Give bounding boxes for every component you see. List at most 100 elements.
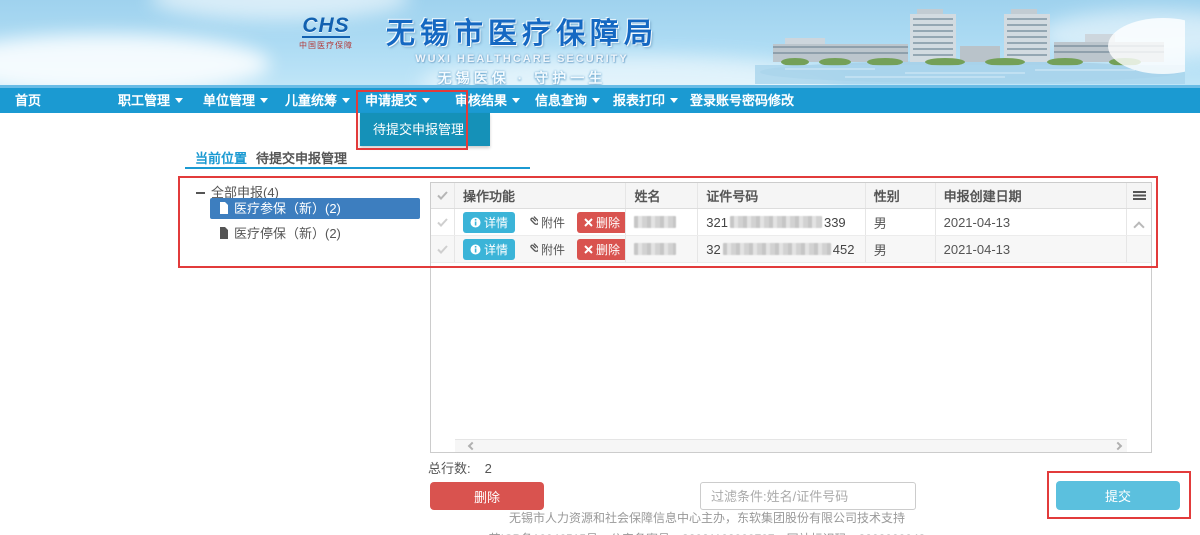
- select-all-check-icon[interactable]: [437, 191, 448, 200]
- nav-item-label: 首页: [15, 93, 41, 108]
- tree-item-label: 医疗参保（新）(2): [234, 201, 341, 216]
- nav-item-unit-mgmt[interactable]: 单位管理: [203, 88, 268, 113]
- nav-item-employee-mgmt[interactable]: 职工管理: [118, 88, 183, 113]
- id-number-cell: 321 339: [698, 209, 866, 235]
- horizontal-scrollbar[interactable]: [455, 439, 1127, 452]
- nav-item-label: 职工管理: [118, 93, 170, 108]
- tree-item-medical-enroll[interactable]: 医疗参保（新）(2): [210, 198, 420, 219]
- footer-line1: 无锡市人力资源和社会保障信息中心主办，东软集团股份有限公司技术支持: [357, 509, 1057, 526]
- id-suffix: 339: [824, 215, 846, 230]
- gender-cell: 男: [866, 209, 936, 235]
- attachment-button[interactable]: 附件: [520, 239, 572, 260]
- submit-button[interactable]: 提交: [1056, 481, 1180, 510]
- apply-submit-dropdown: 待提交申报管理: [360, 113, 490, 146]
- gender-cell: 男: [866, 236, 936, 262]
- name-cell: [626, 236, 698, 262]
- column-menu-icon[interactable]: [1133, 191, 1146, 200]
- scrollbar-cell: [1127, 236, 1151, 262]
- site-slogan: 无锡医保 · 守护一生: [372, 68, 672, 88]
- total-rows-label: 总行数:: [428, 461, 471, 476]
- create-date-cell: 2021-04-13: [936, 236, 1127, 262]
- tree-item-medical-stop[interactable]: 医疗停保（新）(2): [219, 223, 341, 242]
- nav-item-label: 审核结果: [455, 93, 507, 108]
- site-footer: 无锡市人力资源和社会保障信息中心主办，东软集团股份有限公司技术支持 苏ICP备1…: [357, 509, 1057, 535]
- create-date-cell: 2021-04-13: [936, 209, 1127, 235]
- column-header-actions: 操作功能: [455, 183, 627, 208]
- nav-item-report-print[interactable]: 报表打印: [613, 88, 678, 113]
- chs-logo: CHS 中国医疗保障: [286, 16, 366, 51]
- nav-item-review-result[interactable]: 审核结果: [455, 88, 520, 113]
- row-actions-cell: 详情 附件 删除: [455, 209, 627, 235]
- caret-down-icon: [592, 98, 600, 103]
- table-row: 详情 附件 删除 32 452 男 2021-04-13: [431, 236, 1151, 263]
- caret-down-icon: [670, 98, 678, 103]
- redacted-name: [634, 216, 676, 228]
- x-icon: [584, 218, 593, 227]
- id-prefix: 32: [706, 242, 720, 257]
- buildings-image: [755, 4, 1185, 84]
- row-delete-button-label: 删除: [596, 241, 620, 258]
- scroll-right-icon[interactable]: [1114, 442, 1122, 450]
- row-check-icon[interactable]: [437, 218, 448, 227]
- nav-item-apply-submit[interactable]: 申请提交: [365, 88, 430, 113]
- breadcrumb-underline: [185, 167, 530, 169]
- redacted-id-digits: [730, 216, 822, 228]
- nav-item-label: 儿童统筹: [285, 93, 337, 108]
- nav-item-label: 信息查询: [535, 93, 587, 108]
- caret-down-icon: [175, 98, 183, 103]
- detail-button-label: 详情: [484, 214, 508, 231]
- row-delete-button[interactable]: 删除: [577, 239, 626, 260]
- row-actions-cell: 详情 附件 删除: [455, 236, 627, 262]
- nav-item-label: 单位管理: [203, 93, 255, 108]
- site-title-english: WUXI HEALTHCARE SECURITY: [372, 53, 672, 65]
- info-icon: [470, 244, 481, 255]
- scroll-left-icon[interactable]: [468, 442, 476, 450]
- declarations-table: 操作功能 姓名 证件号码 性别 申报创建日期 详情 附件 删除 321 339 男…: [430, 182, 1152, 453]
- row-delete-button-label: 删除: [596, 214, 620, 231]
- breadcrumb-location-label: 当前位置: [195, 148, 247, 167]
- detail-button[interactable]: 详情: [463, 239, 515, 260]
- table-row: 详情 附件 删除 321 339 男 2021-04-13: [431, 209, 1151, 236]
- caret-down-icon: [342, 98, 350, 103]
- nav-item-info-query[interactable]: 信息查询: [535, 88, 600, 113]
- collapse-minus-icon[interactable]: [196, 192, 205, 194]
- filter-input[interactable]: [700, 482, 916, 510]
- column-menu-cell: [1127, 183, 1151, 208]
- nav-item-children-plan[interactable]: 儿童统筹: [285, 88, 350, 113]
- detail-button[interactable]: 详情: [463, 212, 515, 233]
- redacted-name: [634, 243, 676, 255]
- site-title: 无锡市医疗保障局: [372, 10, 672, 52]
- site-title-block: 无锡市医疗保障局 WUXI HEALTHCARE SECURITY 无锡医保 ·…: [372, 10, 672, 88]
- attachment-button[interactable]: 附件: [520, 212, 572, 233]
- column-header-gender: 性别: [866, 183, 936, 208]
- info-icon: [470, 217, 481, 228]
- column-header-create-date: 申报创建日期: [936, 183, 1127, 208]
- row-check-icon[interactable]: [437, 245, 448, 254]
- id-prefix: 321: [706, 215, 728, 230]
- dropdown-item-pending-declaration[interactable]: 待提交申报管理: [360, 113, 490, 146]
- cloud-decoration: [0, 34, 270, 88]
- nav-item-label: 申请提交: [365, 93, 417, 108]
- row-delete-button[interactable]: 删除: [577, 212, 626, 233]
- nav-item-label: 报表打印: [613, 93, 665, 108]
- cloud-decoration: [150, 0, 410, 20]
- attachment-button-label: 附件: [541, 214, 565, 231]
- main-navbar: 首页 职工管理 单位管理 儿童统筹 申请提交 审核结果 信息查询 报表打印 登录…: [0, 88, 1200, 113]
- table-header-row: 操作功能 姓名 证件号码 性别 申报创建日期: [431, 183, 1151, 209]
- nav-item-home[interactable]: 首页: [15, 88, 41, 113]
- id-number-cell: 32 452: [698, 236, 866, 262]
- file-icon: [219, 227, 229, 239]
- logo-subtext: 中国医疗保障: [286, 40, 366, 51]
- delete-button[interactable]: 删除: [430, 482, 544, 510]
- logo-text: CHS: [302, 16, 349, 38]
- file-icon: [219, 202, 229, 214]
- caret-down-icon: [512, 98, 520, 103]
- detail-button-label: 详情: [484, 241, 508, 258]
- nav-item-password-change[interactable]: 登录账号密码修改: [690, 88, 794, 113]
- total-rows-value: 2: [485, 461, 492, 476]
- column-header-id-number: 证件号码: [698, 183, 866, 208]
- tree-item-label: 医疗停保（新）(2): [234, 226, 341, 241]
- id-suffix: 452: [833, 242, 855, 257]
- footer-line2: 苏ICP备10046515号 公安备案号：32021102000707 网站标识…: [357, 530, 1057, 535]
- site-header: CHS 中国医疗保障 无锡市医疗保障局 WUXI HEALTHCARE SECU…: [0, 0, 1200, 88]
